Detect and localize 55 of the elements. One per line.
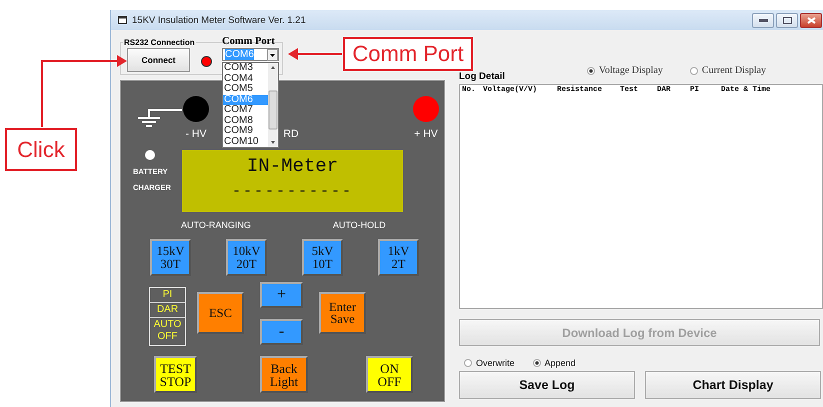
ground-icon xyxy=(137,109,182,127)
battery-indicator xyxy=(145,150,155,160)
save-mode-radio[interactable]: Overwrite xyxy=(464,356,515,369)
minus-key[interactable]: - xyxy=(260,319,303,345)
plus-key[interactable]: + xyxy=(260,282,303,308)
dropdown-item[interactable]: COM5 xyxy=(223,84,268,94)
dropdown-item[interactable]: COM9 xyxy=(223,126,268,136)
caret-icon xyxy=(267,48,278,60)
esc-key[interactable]: ESC xyxy=(197,292,244,334)
display-radio[interactable]: Current Display xyxy=(690,65,766,76)
save-mode-radio[interactable]: Append xyxy=(532,356,576,369)
terminal-jack xyxy=(183,96,209,122)
display-radio[interactable]: Voltage Display xyxy=(586,65,663,76)
dropdown-item[interactable]: COM10 xyxy=(223,136,268,147)
range-key[interactable]: 5kV 10T xyxy=(302,239,343,276)
terminal-label: + HV xyxy=(414,128,438,140)
group-label: RS232 Connection xyxy=(124,38,195,47)
function-key[interactable]: Back Light xyxy=(260,356,308,393)
maximize-button[interactable] xyxy=(776,12,798,28)
function-key[interactable]: TEST STOP xyxy=(154,356,197,393)
lcd-reading: ----------- xyxy=(232,183,354,200)
lcd-title: IN-Meter xyxy=(246,155,338,177)
close-icon xyxy=(806,16,816,24)
dropdown-item[interactable]: COM8 xyxy=(223,116,268,126)
terminal-label: RD xyxy=(283,128,299,140)
terminal-jack xyxy=(413,96,439,122)
function-key[interactable]: ON OFF xyxy=(366,356,413,393)
range-key[interactable]: 1kV 2T xyxy=(378,239,419,276)
scrollbar[interactable] xyxy=(268,63,278,147)
mode-label: DAR xyxy=(150,303,185,318)
action-button[interactable]: Chart Display xyxy=(645,371,821,399)
maximize-icon xyxy=(782,16,792,24)
dropdown-item[interactable]: COM7 xyxy=(223,105,268,116)
terminal-label: - HV xyxy=(186,128,206,140)
enter-key[interactable]: Enter Save xyxy=(319,292,366,334)
range-key[interactable]: 10kV 20T xyxy=(226,239,267,276)
callout-label: Comm Port xyxy=(343,37,473,71)
callout-label: Click xyxy=(5,128,77,171)
connect-button[interactable]: Connect xyxy=(127,48,190,72)
close-button[interactable] xyxy=(800,12,822,28)
minimize-icon xyxy=(758,18,768,22)
mode-label: AUTO OFF xyxy=(152,318,182,344)
mode-label: PI xyxy=(150,288,185,303)
app-icon xyxy=(118,16,127,24)
comm-port-label: Comm Port xyxy=(222,36,276,47)
callout-arrow xyxy=(288,48,342,60)
log-label: Log Detail xyxy=(459,71,505,82)
range-key[interactable]: 15kV 30T xyxy=(150,239,191,276)
dropdown-item[interactable]: COM4 xyxy=(223,74,268,84)
window-title: 15KV Insulation Meter Software Ver. 1.21 xyxy=(132,14,306,26)
indicator-label: AUTO-RANGING xyxy=(181,220,251,232)
minimize-button[interactable] xyxy=(752,12,774,28)
action-button[interactable]: Save Log xyxy=(459,371,635,399)
indicator-label: AUTO-HOLD xyxy=(332,220,386,232)
dropdown-item[interactable]: COM3 xyxy=(223,63,268,74)
